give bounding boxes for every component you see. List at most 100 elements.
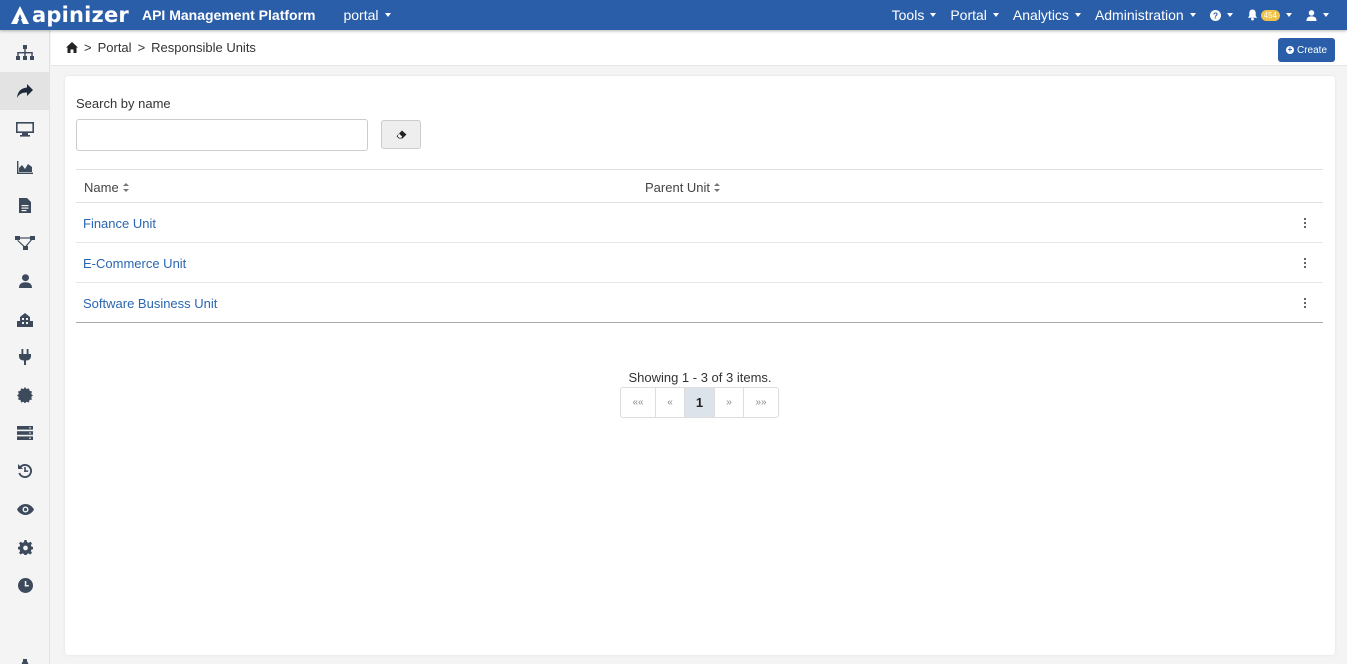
- sort-icon: [122, 183, 129, 192]
- breadcrumb-separator: >: [84, 40, 92, 55]
- bell-icon: [1247, 9, 1257, 21]
- units-table: Name Parent Unit Finance Unit E-Commerce…: [76, 169, 1323, 323]
- create-button-label: Create: [1296, 44, 1327, 56]
- flow-icon: [15, 236, 35, 250]
- breadcrumb-portal[interactable]: Portal: [98, 40, 132, 55]
- menu-tools[interactable]: Tools: [892, 7, 937, 23]
- pagination: «« « 1 » »»: [620, 387, 779, 418]
- chevron-down-icon: [1074, 13, 1081, 17]
- next-page-button[interactable]: »: [715, 388, 744, 417]
- table-row: Finance Unit: [76, 203, 1323, 243]
- help-menu[interactable]: ?: [1209, 9, 1233, 21]
- last-page-button[interactable]: »»: [744, 388, 778, 417]
- eye-icon: [16, 503, 34, 515]
- sidebar-monitoring[interactable]: [0, 490, 50, 528]
- eraser-icon: [396, 130, 406, 139]
- pin-icon: [21, 659, 29, 664]
- chevron-down-icon: [1226, 13, 1233, 17]
- menu-analytics[interactable]: Analytics: [1013, 7, 1081, 23]
- project-name: portal: [343, 7, 379, 23]
- column-parent-unit-label: Parent Unit: [645, 180, 711, 195]
- prev-page-button[interactable]: «: [656, 388, 685, 417]
- brand[interactable]: apinizer API Management Platform: [0, 0, 315, 30]
- notification-badge: 454: [1260, 9, 1280, 21]
- column-name-header[interactable]: Name: [84, 180, 129, 195]
- sidebar-monitor[interactable]: [0, 110, 50, 148]
- column-name-label: Name: [84, 180, 119, 195]
- sidebar: [0, 30, 50, 664]
- area-chart-icon: [17, 160, 33, 174]
- sitemap-icon: [16, 45, 34, 60]
- sidebar-organizations[interactable]: [0, 300, 50, 338]
- sidebar-certificates[interactable]: [0, 376, 50, 414]
- breadcrumb-current: Responsible Units: [151, 40, 256, 55]
- sidebar-flows[interactable]: [0, 224, 50, 262]
- sidebar-share[interactable]: [0, 72, 50, 110]
- share-icon: [17, 84, 33, 98]
- sidebar-documents[interactable]: [0, 186, 50, 224]
- table-row: E-Commerce Unit: [76, 243, 1323, 283]
- menu-administration[interactable]: Administration: [1095, 7, 1196, 23]
- apinizer-logo[interactable]: apinizer: [10, 3, 129, 27]
- question-circle-icon: ?: [1209, 9, 1221, 21]
- breadcrumb: > Portal > Responsible Units: [66, 40, 256, 55]
- sidebar-settings[interactable]: [0, 528, 50, 566]
- pagination-summary: Showing 1 - 3 of 3 items.: [628, 370, 772, 385]
- search-input[interactable]: [76, 119, 368, 151]
- menu-administration-label: Administration: [1094, 7, 1184, 23]
- clear-search-button[interactable]: [381, 120, 421, 149]
- building-icon: [17, 312, 33, 327]
- sidebar-sitemap[interactable]: [0, 34, 50, 72]
- first-page-button[interactable]: ««: [621, 388, 656, 417]
- logo-text: apinizer: [32, 3, 129, 27]
- unit-name-link[interactable]: Finance Unit: [83, 216, 156, 231]
- notifications-menu[interactable]: 454: [1247, 9, 1292, 21]
- sidebar-history[interactable]: [0, 452, 50, 490]
- table-header: Name Parent Unit: [76, 169, 1323, 203]
- sidebar-users[interactable]: [0, 262, 50, 300]
- history-icon: [18, 463, 33, 478]
- search-label: Search by name: [76, 96, 171, 111]
- sidebar-connectors[interactable]: [0, 338, 50, 376]
- user-menu[interactable]: [1306, 9, 1329, 21]
- create-button[interactable]: + Create: [1278, 38, 1335, 62]
- top-navbar: apinizer API Management Platform portal …: [0, 0, 1347, 30]
- sidebar-pin[interactable]: [0, 645, 50, 664]
- user-icon: [1306, 9, 1317, 21]
- sidebar-scheduler[interactable]: [0, 566, 50, 604]
- chevron-down-icon: [384, 13, 391, 17]
- chevron-down-icon: [1189, 13, 1196, 17]
- server-icon: [17, 426, 33, 440]
- row-actions-icon[interactable]: [1304, 218, 1308, 228]
- chevron-down-icon: [1286, 13, 1292, 17]
- sidebar-analytics[interactable]: [0, 148, 50, 186]
- sort-icon: [714, 183, 721, 192]
- document-icon: [19, 197, 31, 213]
- project-selector[interactable]: portal: [343, 7, 391, 23]
- platform-title: API Management Platform: [141, 7, 316, 23]
- row-actions-icon[interactable]: [1304, 298, 1308, 308]
- svg-text:?: ?: [1213, 11, 1218, 20]
- unit-name-link[interactable]: E-Commerce Unit: [83, 256, 186, 271]
- table-row: Software Business Unit: [76, 283, 1323, 323]
- menu-tools-label: Tools: [891, 7, 925, 23]
- chevron-down-icon: [992, 13, 999, 17]
- gear-badge-icon: [17, 387, 33, 403]
- home-icon[interactable]: [66, 42, 78, 53]
- chevron-down-icon: [1323, 13, 1329, 17]
- sidebar-servers[interactable]: [0, 414, 50, 452]
- clock-icon: [17, 577, 33, 593]
- column-parent-unit-header[interactable]: Parent Unit: [645, 180, 721, 195]
- row-actions-icon[interactable]: [1304, 258, 1308, 268]
- main-menu: Tools Portal Analytics Administration ? …: [892, 0, 1347, 30]
- logo-icon: [11, 6, 29, 24]
- unit-name-link[interactable]: Software Business Unit: [83, 296, 217, 311]
- menu-analytics-label: Analytics: [1012, 7, 1069, 23]
- menu-portal[interactable]: Portal: [950, 7, 999, 23]
- responsible-units-panel: Search by name Name Parent Unit Finance …: [65, 76, 1335, 655]
- plug-icon: [19, 349, 31, 365]
- settings-icon: [17, 539, 33, 555]
- page-header: > Portal > Responsible Units + Create: [51, 30, 1347, 66]
- menu-portal-label: Portal: [950, 7, 987, 23]
- page-1-button[interactable]: 1: [685, 388, 715, 417]
